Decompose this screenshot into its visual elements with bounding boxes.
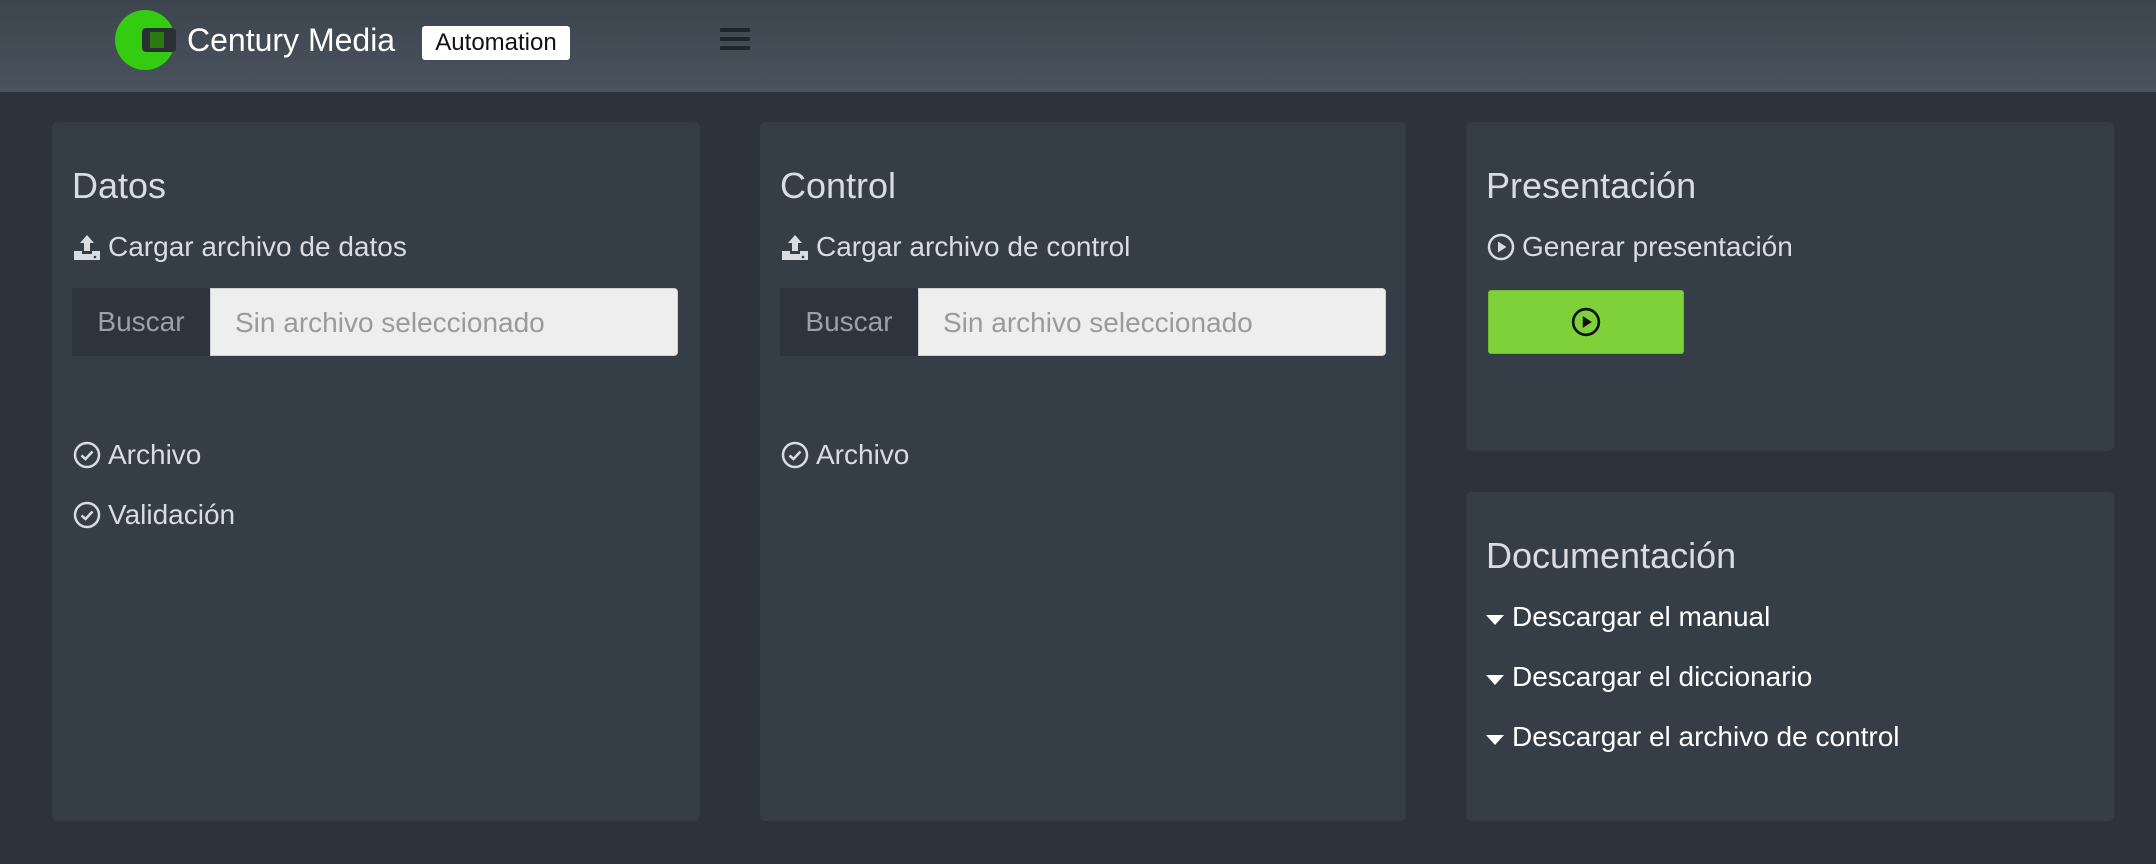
brand-name[interactable]: Century Media — [187, 20, 395, 60]
play-circle-icon — [1571, 307, 1601, 337]
hamburger-menu-icon[interactable] — [720, 28, 750, 54]
check-circle-icon — [72, 440, 102, 470]
documentacion-title: Documentación — [1486, 535, 1737, 576]
download-dictionary-link[interactable]: Descargar el diccionario — [1486, 660, 1812, 694]
presentacion-action-label: Generar presentación — [1522, 231, 1793, 262]
control-check-archivo: Archivo — [780, 438, 909, 472]
datos-browse-button[interactable]: Buscar — [72, 288, 210, 356]
datos-card: Datos Cargar archivo de datos Buscar Sin… — [52, 122, 700, 821]
datos-check-archivo-label: Archivo — [108, 439, 202, 470]
download-manual-link[interactable]: Descargar el manual — [1486, 600, 1770, 634]
generate-presentation-button[interactable] — [1488, 290, 1684, 354]
datos-title: Datos — [72, 165, 167, 206]
caret-down-icon — [1486, 675, 1504, 685]
download-manual-label[interactable]: Descargar el manual — [1512, 600, 1770, 634]
control-check-archivo-label: Archivo — [816, 439, 910, 470]
top-navbar: Century Media Automation — [0, 0, 2156, 92]
download-control-file-link[interactable]: Descargar el archivo de control — [1486, 720, 1900, 754]
control-browse-button[interactable]: Buscar — [780, 288, 918, 356]
caret-down-icon — [1486, 615, 1504, 625]
datos-check-validacion: Validación — [72, 498, 235, 532]
datos-file-input[interactable]: Sin archivo seleccionado — [210, 288, 678, 356]
datos-upload-label: Cargar archivo de datos — [108, 231, 407, 262]
presentacion-action-heading: Generar presentación — [1486, 230, 1793, 264]
play-circle-icon — [1486, 232, 1516, 262]
automation-badge: Automation — [422, 26, 570, 60]
century-media-logo-icon[interactable] — [114, 9, 176, 71]
datos-check-validacion-label: Validación — [108, 499, 236, 530]
documentacion-card: Documentación Descargar el manual Descar… — [1466, 492, 2114, 821]
control-title: Control — [780, 165, 897, 206]
control-upload-label: Cargar archivo de control — [816, 231, 1131, 262]
upload-icon — [72, 232, 102, 262]
download-control-file-label[interactable]: Descargar el archivo de control — [1512, 720, 1900, 754]
upload-icon — [780, 232, 810, 262]
control-file-input[interactable]: Sin archivo seleccionado — [918, 288, 1386, 356]
check-circle-icon — [780, 440, 810, 470]
control-card: Control Cargar archivo de control Buscar… — [760, 122, 1406, 821]
control-upload-heading: Cargar archivo de control — [780, 230, 1130, 264]
presentacion-title: Presentación — [1486, 165, 1697, 206]
download-dictionary-label[interactable]: Descargar el diccionario — [1512, 660, 1812, 694]
control-file-picker[interactable]: Buscar Sin archivo seleccionado — [780, 288, 1386, 356]
caret-down-icon — [1486, 735, 1504, 745]
datos-file-picker[interactable]: Buscar Sin archivo seleccionado — [72, 288, 678, 356]
check-circle-icon — [72, 500, 102, 530]
datos-check-archivo: Archivo — [72, 438, 201, 472]
datos-upload-heading: Cargar archivo de datos — [72, 230, 407, 264]
presentacion-card: Presentación Generar presentación — [1466, 122, 2114, 451]
